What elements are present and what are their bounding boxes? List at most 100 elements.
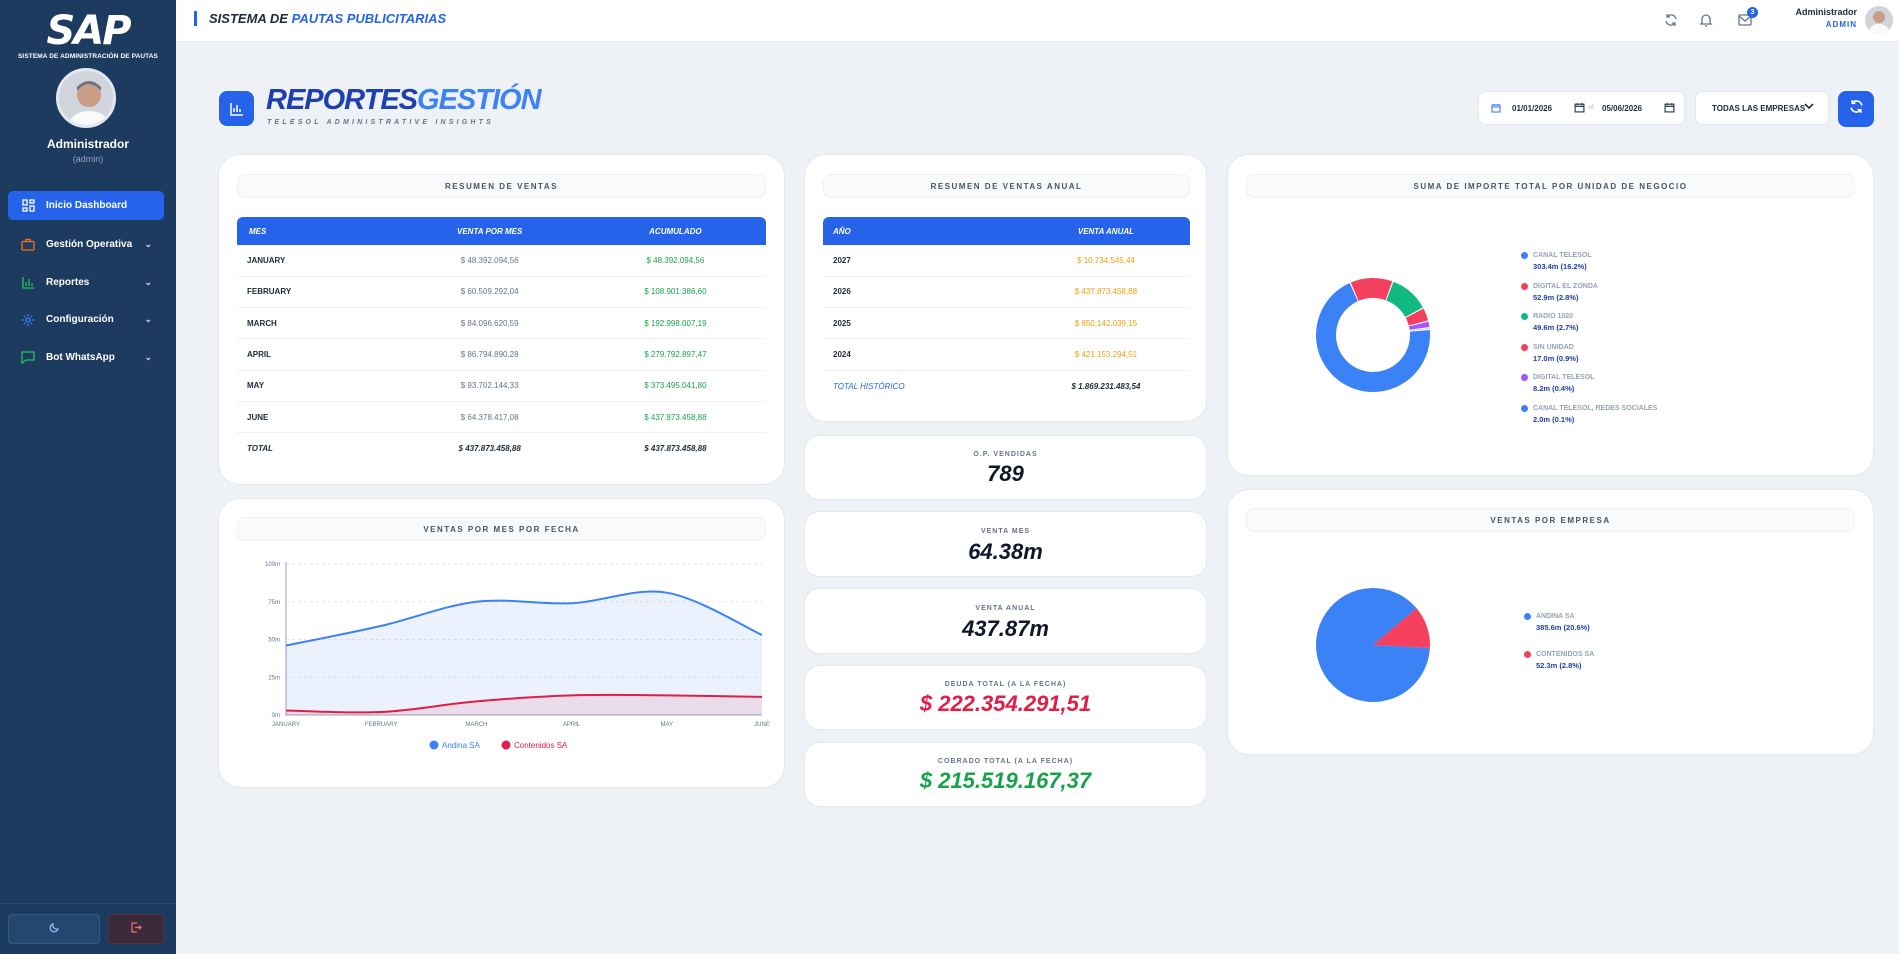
legend-item: SIN UNIDAD 17.0m (0.9%) bbox=[1521, 343, 1578, 363]
year-cell: 2024 bbox=[823, 338, 1022, 371]
avatar bbox=[56, 68, 116, 128]
stat-label: DEUDA TOTAL (A LA FECHA) bbox=[944, 681, 1067, 688]
stat-card-op-vendidas: O.P. VENDIDAS 789 bbox=[804, 435, 1207, 500]
calendar-icon[interactable] bbox=[1664, 102, 1675, 115]
table-row: 2027 $ 10.734.545,44 bbox=[823, 245, 1190, 277]
stat-label: VENTA ANUAL bbox=[975, 605, 1036, 612]
legend-marker bbox=[1521, 252, 1528, 259]
monthly-sale-cell: $ 93.702.144,33 bbox=[394, 370, 585, 402]
year-cell: 2027 bbox=[823, 245, 1022, 277]
avatar[interactable] bbox=[1865, 6, 1893, 34]
calendar-icon[interactable] bbox=[1574, 102, 1585, 115]
bell-icon[interactable] bbox=[1697, 11, 1715, 29]
legend-label: CONTENIDOS SA bbox=[1536, 651, 1595, 658]
legend-marker bbox=[1524, 651, 1531, 658]
sidebar-item-label: Gestión Operativa bbox=[46, 239, 133, 250]
total-label: TOTAL HISTÓRICO bbox=[833, 381, 905, 391]
legend-marker bbox=[429, 740, 439, 750]
legend-marker bbox=[1521, 282, 1528, 290]
column-header: VENTA POR MES bbox=[394, 217, 585, 245]
total-cumulative: $ 437.873.458,88 bbox=[644, 444, 707, 454]
sales-summary-table: MES VENTA POR MES ACUMULADO JANUARY $ 48.… bbox=[237, 217, 766, 464]
legend-value: 303.4m (16.2%) bbox=[1533, 262, 1587, 271]
refresh-button[interactable] bbox=[1838, 91, 1874, 127]
x-tick-label: MAY bbox=[661, 722, 674, 728]
logout-button[interactable] bbox=[108, 914, 164, 944]
sales-summary-card: RESUMEN DE VENTAS MES VENTA POR MES ACUM… bbox=[218, 154, 785, 485]
monthly-sales-chart-card: VENTAS POR MES POR FECHA 0m 25m 50m 75m 100m… bbox=[218, 498, 785, 788]
date-to-input[interactable]: 05/06/2026 bbox=[1602, 104, 1642, 113]
total-label: TOTAL bbox=[247, 444, 273, 454]
annual-sales-table: AÑO VENTA ANUAL 2027 $ 10.734.545,44 2026 $… bbox=[823, 217, 1190, 401]
sidebar-user-name: Administrador bbox=[46, 137, 129, 151]
stat-value: $ 215.519.167,37 bbox=[919, 768, 1092, 793]
theme-toggle-button[interactable] bbox=[8, 914, 100, 944]
legend-item: DIGITAL EL ZONDA 52.9m (2.8%) bbox=[1521, 282, 1598, 302]
legend-label: RADIO 1020 bbox=[1533, 313, 1574, 320]
sidebar-item-inicio-dashboard[interactable]: Inicio Dashboard bbox=[8, 191, 164, 220]
app-logo: SAP bbox=[46, 8, 131, 54]
table-row: JANUARY $ 48.392.094,56 $ 48.392.094,56 bbox=[237, 245, 766, 277]
system-title-part: SISTEMA DE bbox=[209, 11, 288, 26]
legend-marker bbox=[501, 740, 511, 750]
x-tick-label: APRIL bbox=[563, 722, 581, 728]
refresh-icon bbox=[1849, 99, 1864, 119]
x-tick-label: MARCH bbox=[465, 722, 487, 728]
month-cell: MAY bbox=[237, 370, 395, 402]
sidebar-item-label: Inicio Dashboard bbox=[46, 200, 128, 211]
cumulative-cell: $ 279.792.897,47 bbox=[584, 338, 766, 371]
legend-label: DIGITAL TELESOL bbox=[1533, 374, 1595, 381]
year-cell: 2026 bbox=[823, 276, 1022, 309]
total-value: $ 1.869.231.483,54 bbox=[1071, 381, 1141, 391]
legend-marker bbox=[1521, 404, 1528, 412]
pie-chart bbox=[1316, 588, 1430, 702]
sidebar-item-bot-whatsapp[interactable]: Bot WhatsApp ⌄ bbox=[8, 343, 164, 372]
chevron-down-icon: ⌄ bbox=[144, 352, 152, 362]
y-tick-label: 75m bbox=[268, 600, 280, 606]
gear-icon bbox=[20, 312, 36, 328]
date-from-input[interactable]: 01/01/2026 bbox=[1512, 104, 1552, 113]
legend-label: Contenidos SA bbox=[514, 741, 568, 750]
annual-sale-cell: $ 421.153.294,51 bbox=[1021, 338, 1190, 371]
date-separator: al bbox=[1588, 104, 1594, 111]
reports-header-icon bbox=[219, 91, 254, 126]
page-title-highlight: GESTIÓN bbox=[417, 84, 542, 116]
company-select-value: TODAS LAS EMPRESAS bbox=[1712, 103, 1806, 113]
legend-label: DIGITAL EL ZONDA bbox=[1533, 282, 1598, 290]
legend-item: ANDINA SA 385.6m (20.6%) bbox=[1524, 613, 1590, 632]
sidebar-user-login: (admin) bbox=[72, 154, 104, 164]
sidebar-item-gestion-operativa[interactable]: Gestión Operativa ⌄ bbox=[8, 230, 164, 259]
date-range-picker: 01/01/2026 al 05/06/2026 bbox=[1478, 91, 1685, 125]
x-tick-label: JANUARY bbox=[272, 722, 300, 728]
refresh-icon[interactable] bbox=[1662, 11, 1680, 29]
column-header: MES bbox=[237, 217, 395, 245]
legend-item: CONTENIDOS SA 52.3m (2.8%) bbox=[1524, 651, 1595, 670]
legend-marker bbox=[1521, 374, 1528, 381]
sidebar-item-configuracion[interactable]: Configuración ⌄ bbox=[8, 305, 164, 334]
sidebar-item-label: Reportes bbox=[46, 277, 90, 288]
table-row: MARCH $ 84.096.620,59 $ 192.998.007,19 bbox=[237, 307, 766, 340]
legend-value: 49.6m (2.7%) bbox=[1533, 323, 1579, 332]
year-cell: 2025 bbox=[823, 307, 1022, 340]
sidebar-item-reportes[interactable]: Reportes ⌄ bbox=[8, 268, 164, 297]
stat-card-deuda-total: DEUDA TOTAL (A LA FECHA) $ 222.354.291,5… bbox=[804, 665, 1207, 730]
company-select[interactable]: TODAS LAS EMPRESAS bbox=[1695, 91, 1829, 125]
donut-chart bbox=[1316, 278, 1430, 392]
stat-card-cobrado-total: COBRADO TOTAL (A LA FECHA) $ 215.519.167… bbox=[804, 742, 1207, 807]
table-row: 2026 $ 437.873.458,88 bbox=[823, 276, 1190, 309]
x-tick-label: JUNE bbox=[754, 722, 770, 728]
legend-label: ANDINA SA bbox=[1536, 613, 1575, 620]
stat-card-venta-anual: VENTA ANUAL 437.87m bbox=[804, 588, 1207, 654]
pie-slice bbox=[1350, 278, 1393, 301]
topbar: SISTEMA DE PAUTAS PUBLICITARIAS 3 Admini… bbox=[176, 0, 1899, 42]
legend-value: 8.2m (0.4%) bbox=[1533, 384, 1575, 393]
grid-icon bbox=[20, 198, 36, 214]
stat-label: COBRADO TOTAL (A LA FECHA) bbox=[937, 758, 1074, 765]
y-tick-label: 100m bbox=[265, 562, 280, 568]
logout-icon bbox=[130, 920, 142, 938]
mail-icon[interactable]: 3 bbox=[1736, 7, 1758, 29]
legend-value: 2.0m (0.1%) bbox=[1533, 414, 1575, 424]
legend-item: RADIO 1020 49.6m (2.7%) bbox=[1521, 313, 1579, 332]
chevron-down-icon: ⌄ bbox=[144, 239, 152, 249]
topbar-user-name: Administrador bbox=[1795, 7, 1857, 17]
